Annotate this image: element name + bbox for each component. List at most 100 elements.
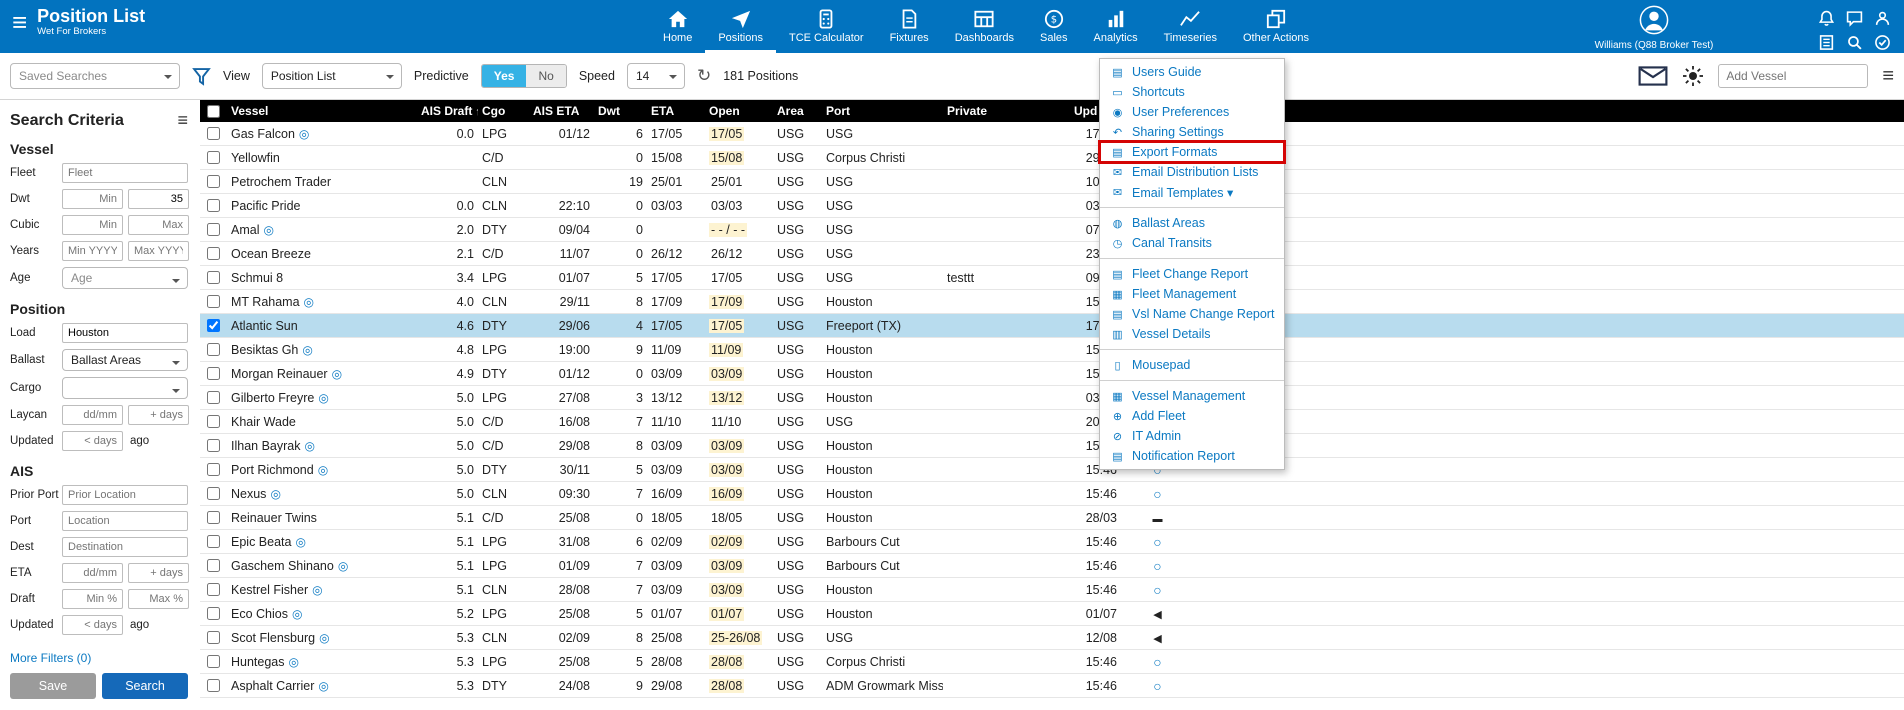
nav-sales[interactable]: $ Sales bbox=[1027, 0, 1081, 53]
dest-input[interactable] bbox=[62, 537, 188, 557]
menu-item-notification-report[interactable]: ▤ Notification Report bbox=[1100, 446, 1284, 466]
row-checkbox[interactable] bbox=[207, 535, 220, 548]
view-select[interactable]: Position List bbox=[262, 63, 402, 89]
search-button[interactable]: Search bbox=[102, 673, 188, 699]
vessel-name[interactable]: Pacific Pride bbox=[231, 199, 300, 213]
row-checkbox[interactable] bbox=[207, 151, 220, 164]
bell-icon[interactable] bbox=[1818, 10, 1835, 27]
draft-min-input[interactable] bbox=[62, 589, 123, 609]
table-row[interactable]: Eco Chios◎ 5.2 LPG 25/08 5 01/07 01/07 U… bbox=[200, 602, 1904, 626]
table-row[interactable]: Pacific Pride◎ 0.0 CLN 22:10 0 03/03 03/… bbox=[200, 194, 1904, 218]
nav-fixtures[interactable]: Fixtures bbox=[877, 0, 942, 53]
vessel-name[interactable]: Nexus bbox=[231, 487, 266, 501]
search-icon[interactable] bbox=[1846, 34, 1863, 51]
row-checkbox[interactable] bbox=[207, 511, 220, 524]
vessel-name[interactable]: Asphalt Carrier bbox=[231, 679, 314, 693]
table-row[interactable]: MT Rahama◎ 4.0 CLN 29/11 8 17/09 17/09 U… bbox=[200, 290, 1904, 314]
nav-positions[interactable]: Positions bbox=[705, 0, 776, 53]
vessel-name[interactable]: Huntegas bbox=[231, 655, 285, 669]
row-checkbox[interactable] bbox=[207, 127, 220, 140]
vessel-name[interactable]: Atlantic Sun bbox=[231, 319, 298, 333]
open-date[interactable]: 02/09 bbox=[709, 535, 744, 549]
vessel-target-icon[interactable]: ◎ bbox=[338, 559, 348, 573]
menu-item-it-admin[interactable]: ⊘ IT Admin bbox=[1100, 426, 1284, 446]
contact-icon[interactable] bbox=[1874, 10, 1891, 27]
table-row[interactable]: Amal◎ 2.0 DTY 09/04 0 - - / - - USG USG … bbox=[200, 218, 1904, 242]
col-ais-eta[interactable]: AIS ETA bbox=[529, 104, 594, 118]
fleet-input[interactable] bbox=[62, 163, 188, 183]
ais-updated-input[interactable] bbox=[62, 615, 123, 635]
vessel-name[interactable]: Ocean Breeze bbox=[231, 247, 311, 261]
open-date[interactable]: 17/05 bbox=[709, 127, 744, 141]
filter-icon[interactable] bbox=[192, 67, 211, 86]
dwt-max-input[interactable] bbox=[128, 189, 189, 209]
open-date[interactable]: 26/12 bbox=[709, 247, 744, 261]
ballast-select[interactable]: Ballast Areas bbox=[62, 349, 188, 371]
vessel-target-icon[interactable]: ◎ bbox=[292, 607, 302, 621]
row-checkbox[interactable] bbox=[207, 295, 220, 308]
table-row[interactable]: Scot Flensburg◎ 5.3 CLN 02/09 8 25/08 25… bbox=[200, 626, 1904, 650]
menu-item-vessel-details[interactable]: ▥ Vessel Details bbox=[1100, 324, 1284, 344]
open-date[interactable]: 11/09 bbox=[709, 343, 743, 357]
row-checkbox[interactable] bbox=[207, 343, 220, 356]
nav-home[interactable]: Home bbox=[650, 0, 705, 53]
open-date[interactable]: - - / - - bbox=[709, 223, 747, 237]
save-button[interactable]: Save bbox=[10, 673, 96, 699]
open-date[interactable]: 03/09 bbox=[709, 463, 744, 477]
vessel-target-icon[interactable]: ◎ bbox=[318, 391, 328, 405]
row-checkbox[interactable] bbox=[207, 415, 220, 428]
table-row[interactable]: Gaschem Shinano◎ 5.1 LPG 01/09 7 03/09 0… bbox=[200, 554, 1904, 578]
menu-item-fleet-management[interactable]: ▦ Fleet Management bbox=[1100, 284, 1284, 304]
col-private[interactable]: Private bbox=[943, 104, 1070, 118]
col-dwt[interactable]: Dwt bbox=[594, 104, 647, 118]
vessel-name[interactable]: Khair Wade bbox=[231, 415, 296, 429]
open-date[interactable]: 11/10 bbox=[709, 415, 743, 429]
status-icon[interactable]: ○ bbox=[1153, 654, 1161, 670]
open-date[interactable]: 03/09 bbox=[709, 439, 744, 453]
vessel-name[interactable]: Gilberto Freyre bbox=[231, 391, 314, 405]
table-row[interactable]: Huntegas◎ 5.3 LPG 25/08 5 28/08 28/08 US… bbox=[200, 650, 1904, 674]
vessel-target-icon[interactable]: ◎ bbox=[295, 535, 305, 549]
nav-dashboards[interactable]: Dashboards bbox=[942, 0, 1027, 53]
vessel-target-icon[interactable]: ◎ bbox=[289, 655, 299, 669]
col-open[interactable]: Open bbox=[705, 104, 773, 118]
open-date[interactable]: 03/09 bbox=[709, 367, 744, 381]
table-row[interactable]: Atlantic Sun◎ 4.6 DTY 29/06 4 17/05 17/0… bbox=[200, 314, 1904, 338]
menu-item-mousepad[interactable]: ▯ Mousepad bbox=[1100, 355, 1284, 375]
table-row[interactable]: Gilberto Freyre◎ 5.0 LPG 27/08 3 13/12 1… bbox=[200, 386, 1904, 410]
vessel-name[interactable]: Amal bbox=[231, 223, 259, 237]
brightness-icon[interactable] bbox=[1682, 65, 1704, 87]
open-date[interactable]: 18/05 bbox=[709, 511, 744, 525]
vessel-name[interactable]: Ilhan Bayrak bbox=[231, 439, 300, 453]
vessel-target-icon[interactable]: ◎ bbox=[318, 679, 328, 693]
table-row[interactable]: Besiktas Gh◎ 4.8 LPG 19:00 9 11/09 11/09… bbox=[200, 338, 1904, 362]
row-checkbox[interactable] bbox=[207, 319, 220, 332]
open-date[interactable]: 03/09 bbox=[709, 559, 744, 573]
row-checkbox[interactable] bbox=[207, 463, 220, 476]
nav-analytics[interactable]: Analytics bbox=[1081, 0, 1151, 53]
add-vessel-input[interactable] bbox=[1718, 64, 1868, 88]
menu-item-email-distribution-lists[interactable]: ✉ Email Distribution Lists bbox=[1100, 162, 1284, 182]
table-row[interactable]: Gas Falcon◎ 0.0 LPG 01/12 6 17/05 17/05 … bbox=[200, 122, 1904, 146]
vessel-name[interactable]: Gaschem Shinano bbox=[231, 559, 334, 573]
col-eta[interactable]: ETA bbox=[647, 104, 705, 118]
vessel-name[interactable]: Petrochem Trader bbox=[231, 175, 331, 189]
user-profile[interactable]: Williams (Q88 Broker Test) bbox=[1579, 5, 1729, 51]
table-row[interactable]: Ilhan Bayrak◎ 5.0 C/D 29/08 8 03/09 03/0… bbox=[200, 434, 1904, 458]
nav-timeseries[interactable]: Timeseries bbox=[1151, 0, 1230, 53]
status-icon[interactable]: ○ bbox=[1153, 558, 1161, 574]
years-max-input[interactable] bbox=[128, 241, 189, 261]
vessel-target-icon[interactable]: ◎ bbox=[304, 295, 314, 309]
more-filters-link[interactable]: More Filters (0) bbox=[10, 651, 91, 665]
col-port[interactable]: Port bbox=[822, 104, 943, 118]
table-row[interactable]: Nexus◎ 5.0 CLN 09:30 7 16/09 16/09 USG H… bbox=[200, 482, 1904, 506]
vessel-target-icon[interactable]: ◎ bbox=[319, 631, 329, 645]
vessel-target-icon[interactable]: ◎ bbox=[270, 487, 280, 501]
open-date[interactable]: 17/09 bbox=[709, 295, 744, 309]
table-row[interactable]: Asphalt Carrier◎ 5.3 DTY 24/08 9 29/08 2… bbox=[200, 674, 1904, 698]
status-icon[interactable]: ▬ bbox=[1153, 514, 1163, 525]
status-icon[interactable]: ○ bbox=[1153, 678, 1161, 694]
nav-other-actions[interactable]: Other Actions bbox=[1230, 0, 1322, 53]
table-row[interactable]: Yellowfin◎ C/D 0 15/08 15/08 USG Corpus … bbox=[200, 146, 1904, 170]
menu-item-shortcuts[interactable]: ▭ Shortcuts bbox=[1100, 82, 1284, 102]
